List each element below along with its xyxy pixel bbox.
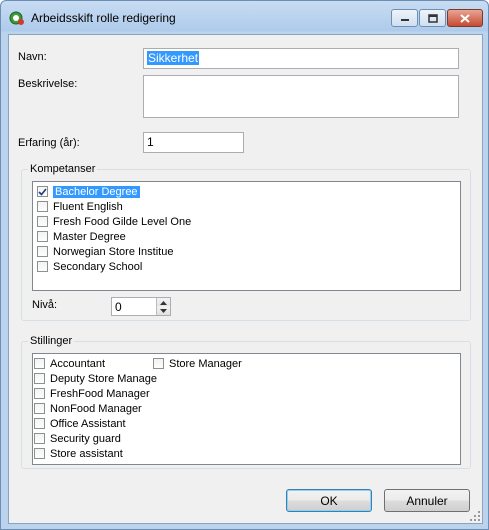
list-item-label: Office Assistant — [50, 417, 126, 430]
checkbox-list-item[interactable]: FreshFood Manager — [34, 386, 152, 401]
erfaring-label: Erfaring (år): — [18, 137, 80, 149]
list-item-label: Master Degree — [53, 230, 126, 243]
checkbox[interactable] — [34, 433, 45, 444]
checkbox[interactable] — [37, 231, 48, 242]
app-icon — [9, 11, 24, 25]
niva-down-button[interactable] — [156, 306, 170, 315]
list-item-label: Security guard — [50, 432, 121, 445]
checkbox[interactable] — [34, 418, 45, 429]
checkbox[interactable] — [37, 246, 48, 257]
arrow-up-icon — [160, 300, 167, 305]
checkbox-list-item[interactable]: Bachelor Degree — [37, 184, 140, 199]
stillinger-title: Stillinger — [28, 335, 75, 347]
checkbox-list-item[interactable]: Store assistant — [34, 446, 152, 461]
window-title: Arbeidsskift rolle redigering — [31, 11, 176, 25]
checkbox-list-item[interactable]: Security guard — [34, 431, 152, 446]
list-item-label: Secondary School — [53, 260, 143, 273]
minimize-icon — [400, 19, 409, 21]
checkbox-list-item[interactable]: Master Degree — [37, 229, 126, 244]
list-item-label: Fluent English — [53, 200, 123, 213]
title-bar[interactable]: Arbeidsskift rolle redigering — [1, 1, 488, 35]
checkbox-list-item[interactable]: Store Manager — [153, 356, 242, 371]
kompetanser-title: Kompetanser — [28, 163, 98, 175]
list-item-label: Bachelor Degree — [53, 185, 140, 198]
kompetanser-list[interactable]: Bachelor Degree Fluent English Fresh Food … — [32, 181, 461, 291]
checkbox-list-item[interactable]: Norwegian Store Institue — [37, 244, 173, 259]
resize-grip-icon[interactable] — [470, 511, 480, 521]
list-item-label: FreshFood Manager — [50, 387, 150, 400]
checkbox-list-item[interactable]: Deputy Store Manage — [34, 371, 157, 386]
list-item-label: Store assistant — [50, 447, 123, 460]
beskrivelse-label: Beskrivelse: — [18, 78, 78, 90]
niva-value: 0 — [115, 300, 122, 314]
navn-input[interactable]: Sikkerhet — [143, 48, 459, 69]
checkbox[interactable] — [37, 261, 48, 272]
navn-value: Sikkerhet — [147, 51, 200, 65]
checkbox[interactable] — [34, 403, 45, 414]
stillinger-group: Stillinger Accountant Deputy Store Manage… — [21, 335, 471, 469]
dialog-window: Arbeidsskift rolle redigering Navn: Sikk… — [0, 0, 489, 530]
maximize-icon — [427, 13, 438, 23]
stillinger-list[interactable]: Accountant Deputy Store Manage FreshFood M… — [32, 353, 461, 465]
beskrivelse-input[interactable] — [143, 75, 459, 118]
checkbox[interactable] — [34, 373, 45, 384]
niva-spinner[interactable]: 0 — [111, 297, 171, 316]
checkbox-checked[interactable] — [37, 186, 48, 197]
maximize-button[interactable] — [419, 9, 446, 27]
list-item-label: NonFood Manager — [50, 402, 142, 415]
close-button[interactable] — [447, 9, 483, 27]
list-item-label: Accountant — [50, 357, 106, 370]
checkbox[interactable] — [34, 448, 45, 459]
checkbox-list-item[interactable]: Secondary School — [37, 259, 142, 274]
checkbox[interactable] — [34, 388, 45, 399]
checkbox-list-item[interactable]: Accountant — [34, 356, 152, 371]
kompetanser-group: Kompetanser Bachelor Degree Fluent Englis… — [21, 163, 471, 321]
niva-label: Nivå: — [32, 299, 58, 311]
checkbox[interactable] — [37, 216, 48, 227]
checkbox[interactable] — [34, 358, 45, 369]
checkmark-icon — [38, 187, 47, 196]
checkbox[interactable] — [37, 201, 48, 212]
list-item-label: Norwegian Store Institue — [53, 245, 174, 258]
checkbox-list-item[interactable]: NonFood Manager — [34, 401, 152, 416]
checkbox-list-item[interactable]: Fresh Food Gilde Level One — [37, 214, 191, 229]
checkbox-list-item[interactable]: Office Assistant — [34, 416, 152, 431]
navn-label: Navn: — [18, 51, 47, 63]
list-item-label: Fresh Food Gilde Level One — [53, 215, 192, 228]
checkbox-list-item[interactable]: Fluent English — [37, 199, 123, 214]
minimize-button[interactable] — [391, 9, 418, 27]
list-item-label: Store Manager — [169, 357, 242, 370]
dialog-body: Navn: Sikkerhet Beskrivelse: Erfaring (å… — [8, 34, 483, 524]
arrow-down-icon — [160, 308, 167, 313]
ok-button[interactable]: OK — [286, 489, 372, 512]
checkbox[interactable] — [153, 358, 164, 369]
close-icon — [460, 13, 470, 23]
erfaring-input[interactable]: 1 — [143, 132, 244, 153]
cancel-button[interactable]: Annuler — [384, 489, 470, 512]
list-item-label: Deputy Store Manage — [50, 372, 158, 385]
